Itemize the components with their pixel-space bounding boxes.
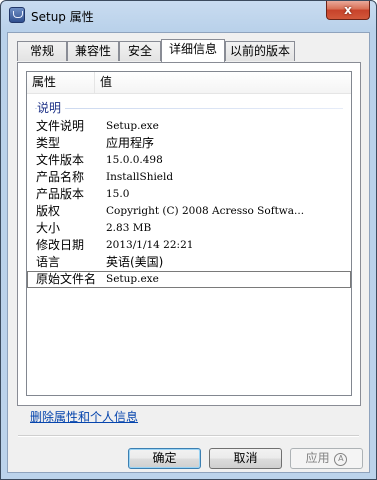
ok-button[interactable]: 确定 [128,448,201,469]
column-header-value[interactable]: 值 [95,72,351,93]
group-header-description: 说明 [35,100,343,116]
tab-previous-versions[interactable]: 以前的版本 [225,41,295,61]
list-item[interactable]: 版权 Copyright (C) 2008 Acresso Softwa... [27,203,351,220]
list-item[interactable]: 语言 英语(美国) [27,254,351,271]
property-value: 15.0.0.498 [106,154,163,166]
property-name: 修改日期 [36,238,85,252]
list-item[interactable]: 产品名称 InstallShield [27,169,351,186]
list-item[interactable]: 文件说明 Setup.exe [27,118,351,135]
tab-general[interactable]: 常规 [17,41,67,61]
property-name: 版权 [36,204,61,218]
property-name: 文件说明 [36,119,85,133]
list-item[interactable]: 类型 应用程序 [27,135,351,152]
close-icon: x [344,3,352,17]
property-value: Setup.exe [106,273,159,285]
details-list[interactable]: 属性 值 说明 文件说明 Setup.exe 类型 应用程序 文件版本 15.0… [26,71,352,396]
property-value: Setup.exe [106,120,159,132]
property-value: 2013/1/14 22:21 [106,239,194,251]
properties-window: Setup 属性 x 常规 兼容性 安全 详细信息 以前的版本 属性 值 说明 [0,0,377,480]
setup-app-icon [9,7,25,23]
property-value: 应用程序 [106,136,155,150]
property-value: 15.0 [106,188,130,200]
property-value: InstallShield [106,171,174,183]
remove-properties-link[interactable]: 删除属性和个人信息 [30,408,138,425]
property-value: 2.83 MB [106,222,152,234]
list-header: 属性 值 [27,72,351,94]
property-value: 英语(美国) [106,255,164,269]
tab-security[interactable]: 安全 [119,41,161,61]
column-header-property[interactable]: 属性 [27,72,95,93]
list-item[interactable]: 修改日期 2013/1/14 22:21 [27,237,351,254]
property-name: 语言 [36,255,61,269]
list-item[interactable]: 文件版本 15.0.0.498 [27,152,351,169]
tab-details[interactable]: 详细信息 [161,39,225,62]
details-tab-panel: 属性 值 说明 文件说明 Setup.exe 类型 应用程序 文件版本 15.0… [17,62,361,406]
group-divider [35,108,343,109]
tab-compatibility[interactable]: 兼容性 [67,41,119,61]
apply-accelerator: A [334,453,348,466]
cancel-button[interactable]: 取消 [209,448,282,469]
apply-button[interactable]: 应用 A [290,448,363,469]
property-name: 产品版本 [36,187,85,201]
close-button[interactable]: x [326,1,370,20]
property-name: 类型 [36,136,61,150]
property-name: 原始文件名 [36,272,97,286]
group-label: 说明 [37,100,66,116]
button-separator [18,435,359,437]
list-item-selected[interactable]: 原始文件名 Setup.exe [27,271,351,288]
apply-label: 应用 [305,451,330,465]
property-name: 产品名称 [36,170,85,184]
detail-rows: 文件说明 Setup.exe 类型 应用程序 文件版本 15.0.0.498 产… [27,118,351,288]
list-item[interactable]: 产品版本 15.0 [27,186,351,203]
list-item[interactable]: 大小 2.83 MB [27,220,351,237]
title-bar[interactable]: Setup 属性 x [1,1,376,31]
property-value: Copyright (C) 2008 Acresso Softwa... [106,205,305,217]
dialog-client-area: 常规 兼容性 安全 详细信息 以前的版本 属性 值 说明 文件说明 Setup.… [7,32,370,473]
property-name: 文件版本 [36,153,85,167]
window-title: Setup 属性 [31,10,94,24]
property-name: 大小 [36,221,61,235]
